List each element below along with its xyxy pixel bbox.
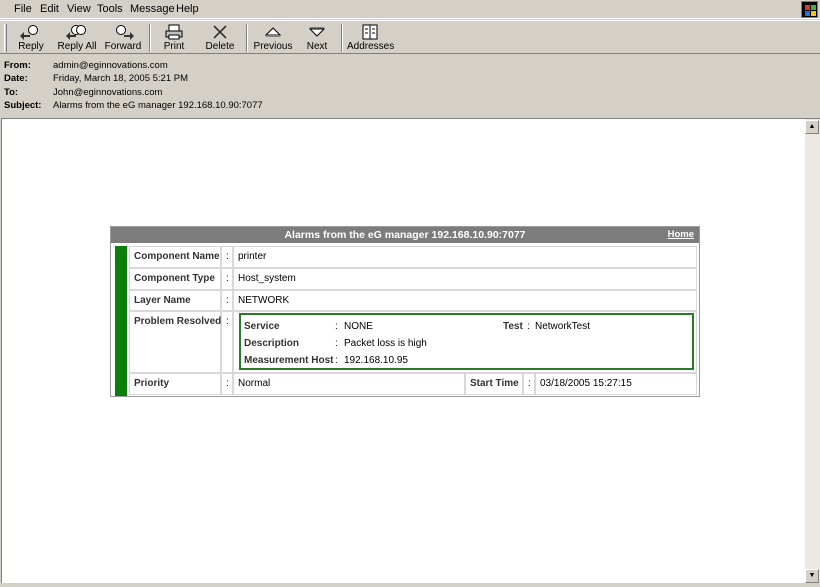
colon: :	[221, 290, 233, 311]
service-value: NONE	[344, 321, 373, 332]
reply-all-button[interactable]: Reply All	[56, 22, 98, 54]
subject-label: Subject:	[4, 100, 42, 111]
colon: :	[523, 373, 535, 395]
description-label: Description	[244, 338, 300, 349]
menu-edit[interactable]: Edit	[40, 3, 59, 15]
menu-view[interactable]: View	[67, 3, 91, 15]
reply-button[interactable]: Reply	[12, 22, 50, 54]
test-label: Test	[503, 321, 523, 332]
menu-tools[interactable]: Tools	[97, 3, 123, 15]
colon: :	[221, 311, 233, 373]
colon: :	[221, 246, 233, 268]
delete-icon	[209, 24, 231, 40]
colon: :	[221, 373, 233, 395]
component-name-label: Component Name	[129, 246, 221, 268]
test-value: NetworkTest	[535, 321, 591, 332]
windows-logo-icon	[801, 1, 818, 18]
previous-icon	[262, 24, 284, 40]
component-type-value: Host_system	[233, 268, 697, 290]
forward-button[interactable]: Forward	[102, 22, 144, 54]
colon: :	[335, 355, 338, 366]
vertical-scrollbar[interactable]: ▲ ▼	[805, 118, 820, 583]
message-body[interactable]: Alarms from the eG manager 192.168.10.90…	[1, 118, 805, 583]
layer-name-label: Layer Name	[129, 290, 221, 311]
previous-button[interactable]: Previous	[252, 22, 294, 54]
colon: :	[221, 268, 233, 290]
toolbar: Reply Reply All Forward Print Delete Pre…	[0, 20, 820, 54]
delete-button[interactable]: Delete	[202, 22, 238, 54]
toolbar-separator	[149, 24, 151, 52]
problem-resolved-label: Problem Resolved	[129, 311, 221, 373]
to-label: To:	[4, 87, 19, 98]
problem-details-box: Service : NONE Test : NetworkTest Descri…	[239, 313, 694, 370]
date-label: Date:	[4, 73, 28, 84]
component-name-value: printer	[233, 246, 697, 268]
toolbar-separator	[246, 24, 248, 52]
scroll-down-button[interactable]: ▼	[805, 569, 819, 583]
alarm-title: Alarms from the eG manager 192.168.10.90…	[111, 227, 699, 243]
addresses-button[interactable]: Addresses	[347, 22, 394, 54]
measurement-host-label: Measurement Host	[244, 355, 334, 366]
date-value: Friday, March 18, 2005 5:21 PM	[53, 73, 188, 84]
print-icon	[163, 24, 185, 40]
home-link[interactable]: Home	[668, 227, 694, 242]
description-value: Packet loss is high	[344, 338, 427, 349]
next-icon	[306, 24, 328, 40]
status-indicator-bar	[115, 246, 127, 396]
menu-bar: File Edit View Tools Message Help	[0, 0, 820, 19]
measurement-host-value: 192.168.10.95	[344, 355, 408, 366]
to-value: John@eginnovations.com	[53, 87, 163, 98]
priority-value: Normal	[233, 373, 465, 395]
menu-message[interactable]: Message	[130, 3, 175, 15]
alarm-title-text: Alarms from the eG manager 192.168.10.90…	[284, 229, 526, 241]
address-book-icon	[359, 24, 381, 40]
message-headers: From: admin@eginnovations.com Date: Frid…	[0, 56, 820, 116]
from-value: admin@eginnovations.com	[53, 60, 168, 71]
reply-all-icon	[66, 24, 88, 40]
start-time-label: Start Time	[465, 373, 523, 395]
component-type-label: Component Type	[129, 268, 221, 290]
reply-icon	[20, 24, 42, 40]
menu-file[interactable]: File	[14, 3, 32, 15]
print-button[interactable]: Print	[158, 22, 190, 54]
priority-label: Priority	[129, 373, 221, 395]
service-label: Service	[244, 321, 280, 332]
next-button[interactable]: Next	[301, 22, 333, 54]
scroll-up-button[interactable]: ▲	[805, 120, 819, 134]
from-label: From:	[4, 60, 31, 71]
start-time-value: 03/18/2005 15:27:15	[535, 373, 697, 395]
toolbar-separator	[341, 24, 343, 52]
colon: :	[527, 321, 530, 332]
alarm-table: Alarms from the eG manager 192.168.10.90…	[110, 226, 700, 397]
layer-name-value: NETWORK	[233, 290, 697, 311]
menu-help[interactable]: Help	[176, 3, 199, 15]
subject-value: Alarms from the eG manager 192.168.10.90…	[53, 100, 263, 111]
forward-icon	[112, 24, 134, 40]
colon: :	[335, 321, 338, 332]
toolbar-grip[interactable]	[4, 24, 7, 52]
status-bar	[0, 583, 820, 587]
colon: :	[335, 338, 338, 349]
